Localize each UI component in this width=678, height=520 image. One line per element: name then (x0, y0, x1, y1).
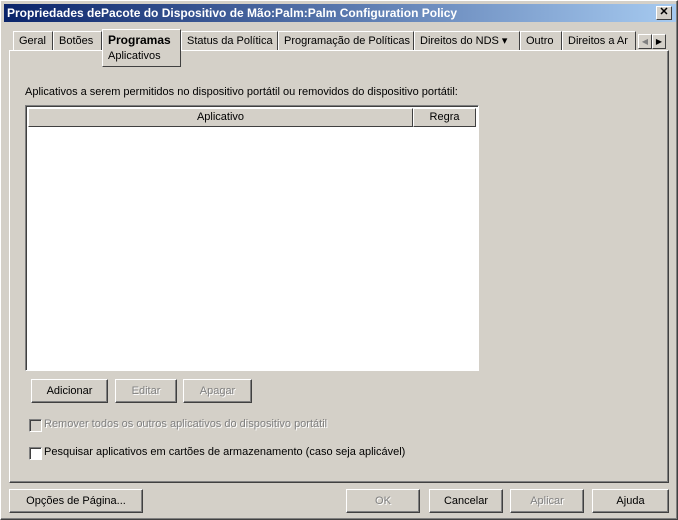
page-options-button[interactable]: Opções de Página... (9, 489, 143, 513)
tab-programas[interactable]: Programas Aplicativos (102, 29, 181, 67)
tab-geral[interactable]: Geral (13, 31, 53, 51)
tab-programacao-politicas[interactable]: Programação de Políticas (278, 31, 414, 51)
tab-direitos-nds[interactable]: Direitos do NDS ▾ (414, 31, 520, 51)
column-regra[interactable]: Regra (413, 108, 476, 127)
add-button[interactable]: Adicionar (31, 379, 108, 403)
tab-programas-label: Programas (108, 33, 171, 47)
list-label: Aplicativos a serem permitidos no dispos… (25, 86, 458, 98)
column-aplicativo[interactable]: Aplicativo (28, 108, 413, 127)
tab-status-politica[interactable]: Status da Política (181, 31, 278, 51)
scroll-left-icon[interactable]: ◀ (638, 34, 652, 49)
search-cards-checkbox[interactable] (29, 447, 42, 460)
apply-button[interactable]: Aplicar (510, 489, 584, 513)
help-button[interactable]: Ajuda (592, 489, 669, 513)
tab-outro[interactable]: Outro (520, 31, 562, 51)
remove-others-checkbox[interactable] (29, 419, 42, 432)
title-bar: Propriedades dePacote do Dispositivo de … (4, 4, 676, 22)
delete-button[interactable]: Apagar (183, 379, 252, 403)
search-cards-label: Pesquisar aplicativos em cartões de arma… (44, 446, 406, 458)
edit-button[interactable]: Editar (115, 379, 177, 403)
tab-aplicativos-subtab[interactable]: Aplicativos (108, 48, 175, 64)
cancel-button[interactable]: Cancelar (429, 489, 503, 513)
applications-list[interactable]: Aplicativo Regra (25, 105, 479, 371)
tab-direitos-a[interactable]: Direitos a Ar (562, 31, 636, 51)
tab-botoes[interactable]: Botões (53, 31, 102, 51)
tab-scroll: ◀ ▶ (638, 34, 666, 49)
remove-others-label: Remover todos os outros aplicativos do d… (44, 418, 328, 430)
close-icon[interactable]: ✕ (656, 6, 672, 20)
scroll-right-icon[interactable]: ▶ (652, 34, 666, 49)
window-title: Propriedades dePacote do Dispositivo de … (7, 6, 458, 20)
ok-button[interactable]: OK (346, 489, 420, 513)
